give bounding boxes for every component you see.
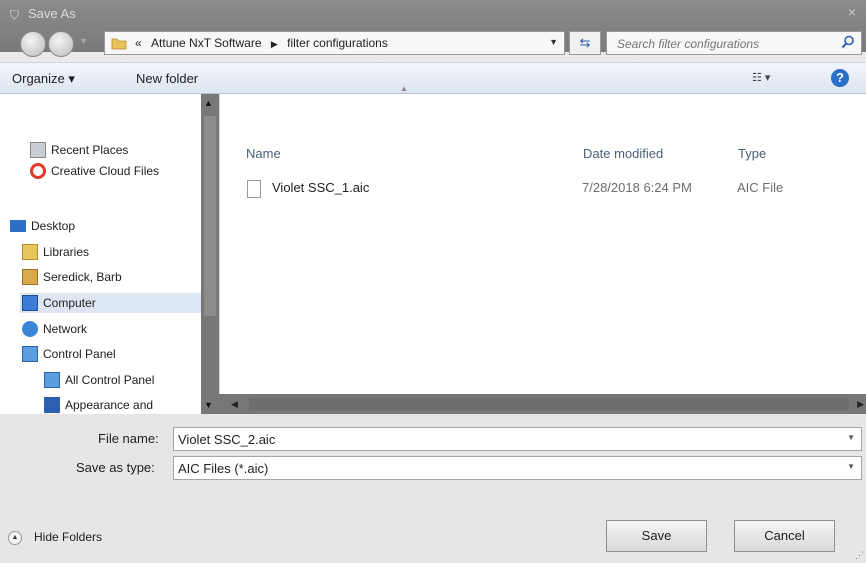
scroll-right-icon[interactable]: ▶ (857, 399, 864, 410)
organize-button[interactable]: Organize ▾ (12, 71, 75, 87)
file-name: Violet SSC_1.aic (272, 180, 370, 195)
file-name-combo: ▼ (173, 427, 862, 451)
scrollbar-thumb[interactable] (249, 398, 849, 410)
file-name-label: File name: (98, 431, 159, 446)
collapse-icon[interactable]: ▲ (8, 531, 22, 545)
scroll-down-icon[interactable]: ▼ (204, 400, 213, 410)
hide-folders-button[interactable]: Hide Folders (34, 530, 102, 544)
address-dropdown-icon[interactable]: ▼ (549, 37, 558, 47)
file-list: Name Date modified Type (219, 94, 866, 394)
network-icon (22, 321, 38, 337)
forward-button[interactable] (48, 31, 74, 57)
control-panel-icon (22, 346, 38, 362)
chevron-down-icon[interactable]: ▼ (847, 433, 855, 442)
save-as-dialog: ⛉ Save As × ▼ « Attune NxT Software ▶ fi… (0, 0, 866, 563)
navigation-pane-scrollbar[interactable]: ▲ ▼ (201, 94, 219, 414)
chevron-down-icon[interactable]: ▼ (847, 462, 855, 471)
help-icon[interactable]: ? (831, 69, 849, 87)
back-button[interactable] (20, 31, 46, 57)
address-bar[interactable]: « Attune NxT Software ▶ filter configura… (104, 31, 565, 55)
creative-cloud-icon (30, 163, 46, 179)
search-icon[interactable] (841, 35, 855, 49)
file-icon (247, 180, 261, 198)
command-toolbar: Organize ▾ New folder ☷ ▾ ? (0, 62, 866, 94)
folder-icon (111, 38, 127, 50)
column-header-type[interactable]: Type (738, 146, 766, 161)
file-name-input[interactable] (178, 430, 828, 448)
column-header-date-modified[interactable]: Date modified (583, 146, 663, 161)
sort-ascending-icon: ▲ (400, 84, 408, 93)
breadcrumb: « Attune NxT Software ▶ filter configura… (135, 36, 388, 50)
scrollbar-thumb[interactable] (204, 116, 216, 316)
control-panel-icon (44, 372, 60, 388)
save-as-type-value: AIC Files (*.aic) (178, 461, 269, 476)
navigation-pane: Recent Places Creative Cloud Files Deskt… (0, 94, 219, 414)
computer-icon (22, 295, 38, 311)
file-type: AIC File (737, 180, 784, 195)
save-options-panel: File name: ▼ Save as type: AIC Files (*.… (0, 414, 866, 563)
close-icon[interactable]: × (848, 4, 856, 20)
scroll-left-icon[interactable]: ◀ (231, 399, 238, 410)
breadcrumb-attune[interactable]: Attune NxT Software (151, 36, 262, 50)
save-as-type-label: Save as type: (76, 460, 155, 475)
recent-places-icon (30, 142, 46, 158)
dialog-title: Save As (28, 6, 76, 21)
refresh-button[interactable]: ⇆ (569, 31, 601, 55)
cancel-button[interactable]: Cancel (734, 520, 835, 552)
nav-item-computer[interactable]: Computer (20, 293, 201, 313)
change-view-button[interactable]: ☷ ▾ (752, 71, 770, 84)
search-input[interactable] (615, 34, 829, 54)
new-folder-button[interactable]: New folder (136, 71, 198, 86)
file-row[interactable]: Violet SSC_1.aic 7/28/2018 6:24 PM AIC F… (247, 177, 847, 199)
column-header-name[interactable]: Name (246, 146, 281, 161)
breadcrumb-overflow[interactable]: « (135, 36, 142, 50)
recent-locations-dropdown[interactable]: ▼ (79, 36, 88, 46)
save-button[interactable]: Save (606, 520, 707, 552)
user-folder-icon (22, 269, 38, 285)
app-icon: ⛉ (10, 8, 20, 22)
breadcrumb-separator-icon[interactable]: ▶ (271, 39, 278, 49)
desktop-icon (10, 220, 26, 232)
file-date-modified: 7/28/2018 6:24 PM (582, 180, 692, 195)
save-as-type-select[interactable]: AIC Files (*.aic) ▼ (173, 456, 862, 480)
file-list-scrollbar[interactable]: ◀ ▶ (219, 394, 866, 414)
breadcrumb-filter-configurations[interactable]: filter configurations (287, 36, 388, 50)
libraries-icon (22, 244, 38, 260)
appearance-icon (44, 397, 60, 413)
search-box (606, 31, 862, 55)
resize-grip-icon[interactable]: ⋰ (855, 550, 864, 561)
scroll-up-icon[interactable]: ▲ (204, 98, 213, 108)
